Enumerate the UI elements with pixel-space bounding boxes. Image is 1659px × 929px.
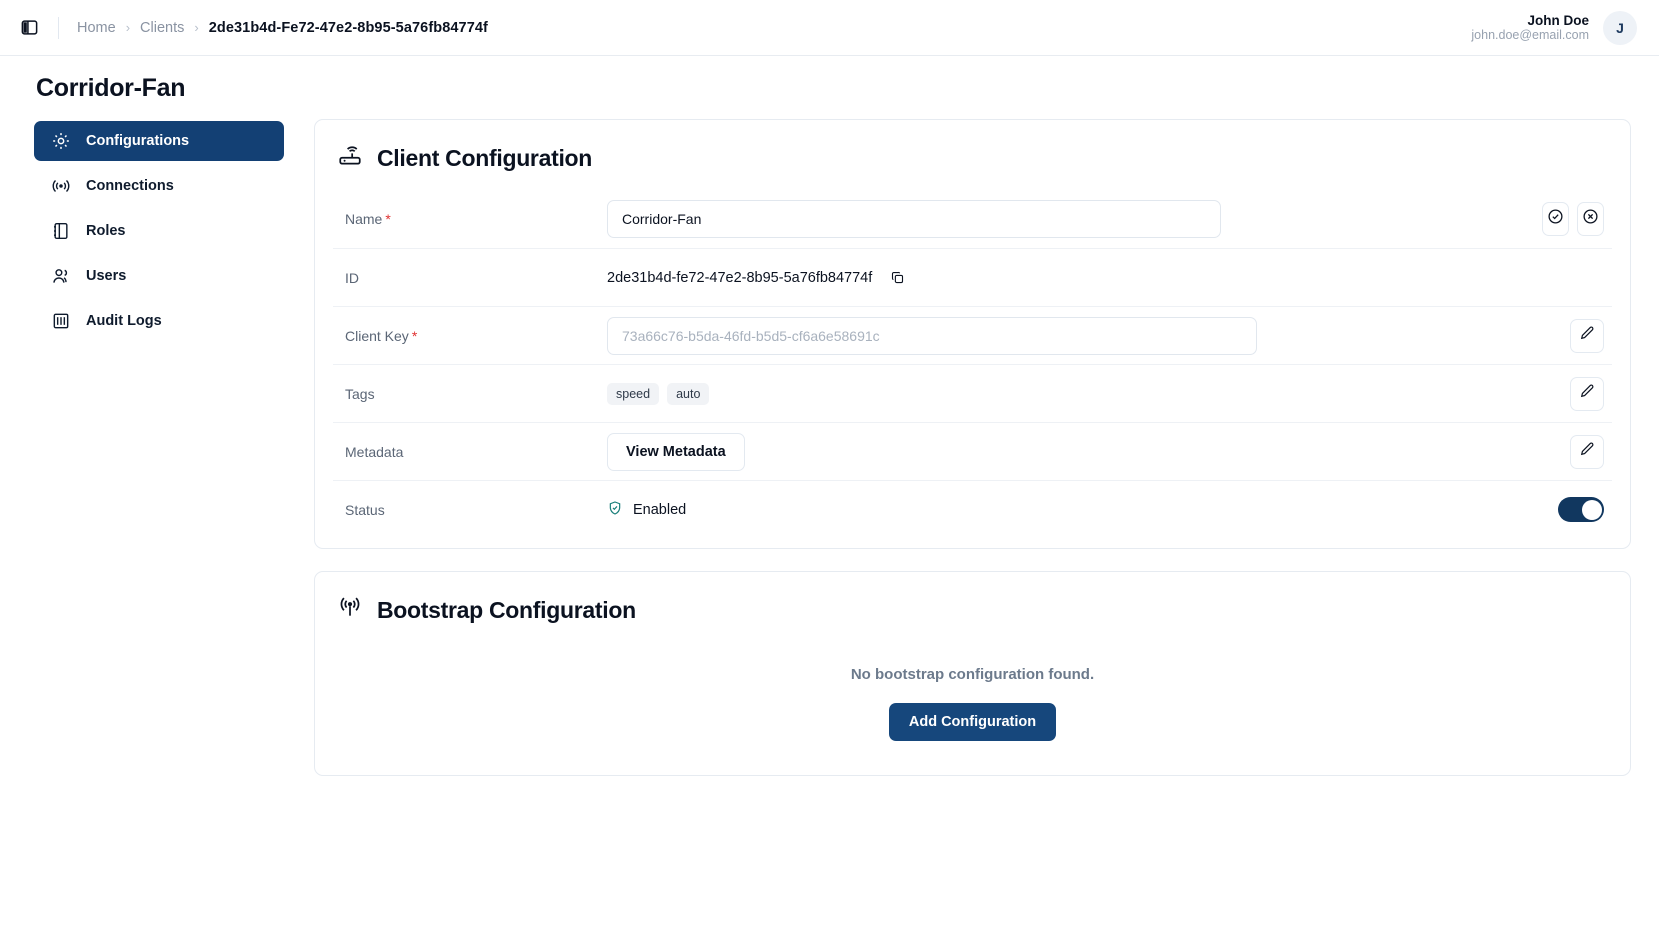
cancel-button[interactable] [1577, 202, 1604, 236]
user-name: John Doe [1527, 12, 1589, 28]
sidebar-item-label: Users [86, 268, 127, 284]
edit-client-key-button[interactable] [1570, 318, 1604, 353]
users-icon [50, 265, 72, 287]
gear-icon [50, 130, 72, 152]
name-value [607, 200, 1542, 238]
empty-state-text: No bootstrap configuration found. [850, 666, 1095, 683]
broadcast-icon [50, 175, 72, 197]
copy-icon[interactable] [886, 267, 908, 289]
toggle-knob [1581, 499, 1602, 520]
sidebar-item-connections[interactable]: Connections [34, 166, 284, 206]
pencil-icon [1579, 325, 1595, 346]
status-text: Enabled [633, 501, 687, 518]
page-layout: Configurations Connections Roles Users A… [0, 115, 1659, 798]
status-label: Status [345, 501, 385, 518]
sidebar-item-label: Roles [86, 223, 126, 239]
id-value: 2de31b4d-fe72-47e2-8b95-5a76fb84774f [607, 267, 1542, 289]
user-menu[interactable]: John Doe john.doe@email.com J [1471, 10, 1637, 45]
pencil-icon [1579, 383, 1595, 404]
avatar[interactable]: J [1603, 10, 1637, 45]
name-actions [1542, 202, 1612, 236]
name-input[interactable] [607, 200, 1221, 238]
status-toggle[interactable] [1558, 497, 1604, 522]
row-metadata: Metadata View Metadata [333, 422, 1612, 480]
router-icon [337, 142, 363, 174]
status-actions [1542, 497, 1612, 522]
sidebar-item-configurations[interactable]: Configurations [34, 121, 284, 161]
sidebar: Configurations Connections Roles Users A… [34, 115, 284, 798]
confirm-button[interactable] [1542, 202, 1569, 236]
id-text: 2de31b4d-fe72-47e2-8b95-5a76fb84774f [607, 269, 873, 286]
book-icon [50, 220, 72, 242]
bootstrap-configuration-card: Bootstrap Configuration No bootstrap con… [314, 571, 1631, 776]
breadcrumb-separator: › [194, 20, 199, 35]
pencil-icon [1579, 441, 1595, 462]
row-id: ID 2de31b4d-fe72-47e2-8b95-5a76fb84774f [333, 248, 1612, 306]
card-heading-text: Bootstrap Configuration [377, 596, 636, 623]
tags-value: speed auto [607, 382, 1542, 405]
client-key-actions [1542, 318, 1612, 353]
main-content: Client Configuration Name * Corridor-Fan… [314, 115, 1631, 798]
divider [58, 16, 59, 39]
row-tags: Tags speed auto [333, 364, 1612, 422]
id-label: ID [345, 269, 359, 286]
edit-tags-button[interactable] [1570, 376, 1604, 411]
user-info: John Doe john.doe@email.com [1471, 13, 1589, 43]
sidebar-item-label: Connections [86, 178, 174, 194]
row-status: Status Enabled [333, 480, 1612, 538]
breadcrumb-current: 2de31b4d-Fe72-47e2-8b95-5a76fb84774f [208, 19, 488, 36]
row-client-key: Client Key * [333, 306, 1612, 364]
client-configuration-card: Client Configuration Name * Corridor-Fan… [314, 119, 1631, 549]
sidebar-panel-icon[interactable] [14, 13, 44, 43]
row-name: Name * [333, 190, 1612, 248]
name-label: Name * [333, 211, 607, 227]
sidebar-item-label: Audit Logs [86, 313, 162, 329]
breadcrumb-separator: › [125, 20, 131, 35]
client-configuration-rows: Name * Corridor-Fan ID 2de31b4d-fe72-47e… [315, 190, 1630, 548]
required-asterisk: * [385, 211, 391, 227]
sidebar-item-users[interactable]: Users [34, 256, 284, 296]
add-configuration-button[interactable]: Add Configuration [888, 703, 1057, 741]
client-configuration-title: Client Configuration [315, 120, 1630, 190]
check-circle-icon [1547, 208, 1564, 230]
name-label-text: Name [345, 211, 383, 227]
user-email: john.doe@email.com [1471, 28, 1589, 43]
antenna-icon [337, 594, 363, 626]
breadcrumb: Home › Clients › 2de31b4d-Fe72-47e2-8b95… [77, 20, 488, 36]
metadata-actions [1542, 434, 1612, 469]
required-asterisk: * [411, 327, 418, 344]
metadata-label: Metadata [345, 443, 404, 460]
metadata-value: View Metadata [607, 432, 1542, 471]
client-key-input[interactable] [607, 316, 1257, 355]
bootstrap-empty-state: No bootstrap configuration found. Add Co… [315, 642, 1630, 775]
bootstrap-configuration-title: Bootstrap Configuration [315, 572, 1630, 642]
breadcrumb-clients[interactable]: Clients [140, 20, 184, 36]
tag-chip: auto [667, 382, 710, 405]
tag-chip: speed [607, 382, 660, 405]
status-badge: Enabled [607, 500, 686, 520]
view-metadata-button[interactable]: View Metadata [607, 432, 745, 471]
tags-actions [1542, 376, 1612, 411]
x-circle-icon [1582, 208, 1599, 230]
breadcrumb-home[interactable]: Home [77, 20, 116, 36]
sidebar-item-roles[interactable]: Roles [34, 211, 284, 251]
sidebar-item-label: Configurations [86, 133, 190, 149]
tag-list: speed auto [607, 382, 710, 405]
status-value: Enabled [607, 500, 1542, 520]
logs-icon [50, 310, 72, 332]
top-bar: Home › Clients › 2de31b4d-Fe72-47e2-8b95… [0, 0, 1659, 56]
client-key-label-text: Client Key [345, 327, 409, 344]
tags-label: Tags [345, 385, 375, 402]
card-heading-text: Client Configuration [377, 144, 593, 171]
shield-check-icon [607, 500, 623, 520]
sidebar-item-audit-logs[interactable]: Audit Logs [34, 301, 284, 341]
page-title: Corridor-Fan [36, 74, 186, 102]
client-key-label: Client Key * [333, 328, 607, 344]
client-key-value [607, 316, 1542, 355]
edit-metadata-button[interactable] [1570, 434, 1604, 469]
